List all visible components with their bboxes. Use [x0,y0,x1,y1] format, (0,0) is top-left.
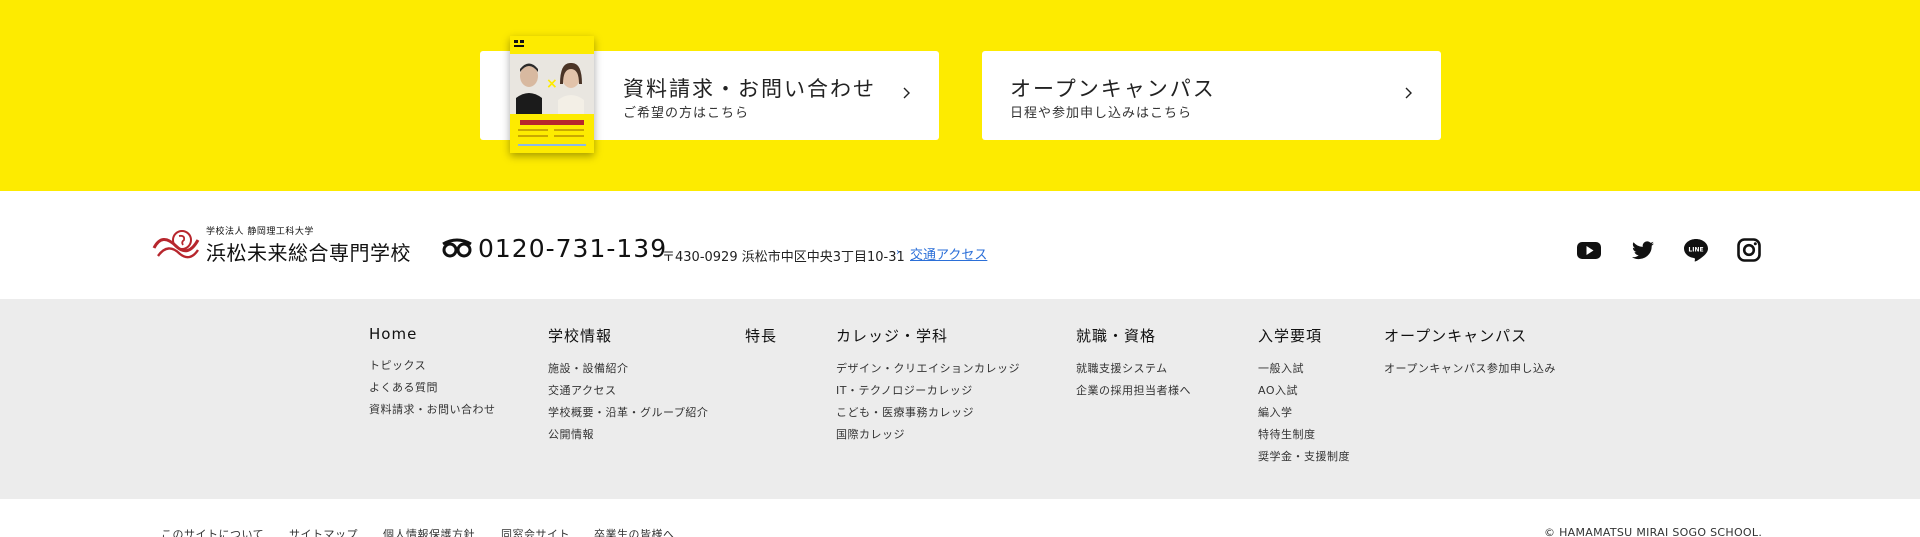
brochure-request-subtitle: ご希望の方はこちら [623,106,750,121]
sitemap-link[interactable]: 施設・設備紹介 [548,360,708,382]
sitemap-link[interactable]: 企業の採用担当者様へ [1076,382,1191,404]
sitemap-heading[interactable]: カレッジ・学科 [836,325,1020,346]
school-emblem-icon [152,230,200,259]
sitemap-link[interactable]: こども・医療事務カレッジ [836,404,1020,426]
sitemap-link[interactable]: 学校概要・沿革・グループ紹介 [548,404,708,426]
sitemap-link[interactable]: オープンキャンパス参加申し込み [1384,360,1556,382]
sitemap-link[interactable]: 特待生制度 [1258,426,1350,448]
sitemap-column-colleges: カレッジ・学科 デザイン・クリエイションカレッジ IT・テクノロジーカレッジ こ… [836,325,1020,448]
line-icon[interactable]: LINE [1683,237,1709,263]
about-site-link[interactable]: このサイトについて [161,526,264,537]
sitemap-heading[interactable]: Home [369,325,496,343]
footer-bottom-bar: このサイトについて サイトマップ 個人情報保護方針 同窓会サイト 卒業生の皆様へ… [0,499,1920,537]
brochure-text-line [518,135,548,137]
brochure-cover-title-bar [520,120,584,125]
brochure-photo: × [510,54,594,114]
svg-text:LINE: LINE [1688,247,1703,254]
graduates-link[interactable]: 卒業生の皆様へ [594,526,675,537]
cta-band: 資料請求・お問い合わせ ご希望の方はこちら オープンキャンパス 日程や参加申し込… [0,0,1920,191]
sitemap-link[interactable]: 資料請求・お問い合わせ [369,401,496,423]
sitemap-link[interactable]: トピックス [369,357,496,379]
logo-subtitle: 学校法人 静岡理工科大学 [206,227,314,237]
chevron-right-icon [903,87,910,99]
chevron-right-icon: › [896,247,900,258]
instagram-icon[interactable] [1736,237,1762,263]
brochure-logo-icon [514,40,524,47]
sitemap-link[interactable]: 就職支援システム [1076,360,1191,382]
brochure-text-line [518,144,586,146]
school-address: 〒430-0929 浜松市中区中央3丁目10-31 [662,250,905,265]
sitemap-link[interactable]: よくある質問 [369,379,496,401]
sitemap-link[interactable]: デザイン・クリエイションカレッジ [836,360,1020,382]
sitemap-link[interactable]: 一般入試 [1258,360,1350,382]
footer-info-bar: 学校法人 静岡理工科大学 浜松未来総合専門学校 0120-731-139 〒43… [0,191,1920,299]
sitemap-link[interactable]: 編入学 [1258,404,1350,426]
phone-number[interactable]: 0120-731-139 [478,234,667,263]
footer-sitemap: Home トピックス よくある質問 資料請求・お問い合わせ 学校情報 施設・設備… [0,299,1920,499]
open-campus-title: オープンキャンパス [1010,77,1216,101]
sitemap-link[interactable]: IT・テクノロジーカレッジ [836,382,1020,404]
brochure-text-line [554,135,584,137]
sitemap-link[interactable]: 交通アクセス [548,382,708,404]
alumni-site-link[interactable]: 同窓会サイト [501,526,570,537]
sitemap-heading[interactable]: 特長 [745,325,777,346]
sitemap-column-home: Home トピックス よくある質問 資料請求・お問い合わせ [369,325,496,423]
copyright-text: © HAMAMATSU MIRAI SOGO SCHOOL. [1544,526,1763,537]
twitter-icon[interactable] [1630,237,1656,263]
brochure-text-line [554,129,584,131]
sitemap-heading[interactable]: 学校情報 [548,325,708,346]
sitemap-link[interactable]: サイトマップ [289,526,358,537]
sitemap-link[interactable]: 国際カレッジ [836,426,1020,448]
sitemap-heading[interactable]: 就職・資格 [1076,325,1191,346]
free-dial-icon [442,238,472,258]
brochure-text-line [518,129,548,131]
sitemap-column-career: 就職・資格 就職支援システム 企業の採用担当者様へ [1076,325,1191,404]
sitemap-column-features: 特長 [745,325,777,360]
brochure-x-mark: × [546,76,558,92]
access-link[interactable]: 交通アクセス [910,244,987,263]
chevron-right-icon [1405,87,1412,99]
sitemap-heading[interactable]: 入学要項 [1258,325,1350,346]
brochure-request-title: 資料請求・お問い合わせ [623,77,876,101]
school-logo[interactable]: 学校法人 静岡理工科大学 浜松未来総合専門学校 [152,222,414,270]
brochure-cover-image: × [510,36,594,153]
sitemap-column-school-info: 学校情報 施設・設備紹介 交通アクセス 学校概要・沿革・グループ紹介 公開情報 [548,325,708,448]
student-photo-icon [516,63,542,114]
open-campus-subtitle: 日程や参加申し込みはこちら [1010,106,1193,121]
sitemap-link[interactable]: 奨学金・支援制度 [1258,448,1350,470]
logo-school-name: 浜松未来総合専門学校 [206,241,411,265]
sitemap-link[interactable]: 公開情報 [548,426,708,448]
sitemap-heading[interactable]: オープンキャンパス [1384,325,1556,346]
sitemap-column-admissions: 入学要項 一般入試 AO入試 編入学 特待生制度 奨学金・支援制度 [1258,325,1350,470]
open-campus-card[interactable]: オープンキャンパス 日程や参加申し込みはこちら [982,51,1441,140]
youtube-icon[interactable] [1576,237,1602,263]
student-photo-icon [558,62,584,114]
sitemap-column-open-campus: オープンキャンパス オープンキャンパス参加申し込み [1384,325,1556,382]
privacy-policy-link[interactable]: 個人情報保護方針 [383,526,475,537]
sitemap-link[interactable]: AO入試 [1258,382,1350,404]
